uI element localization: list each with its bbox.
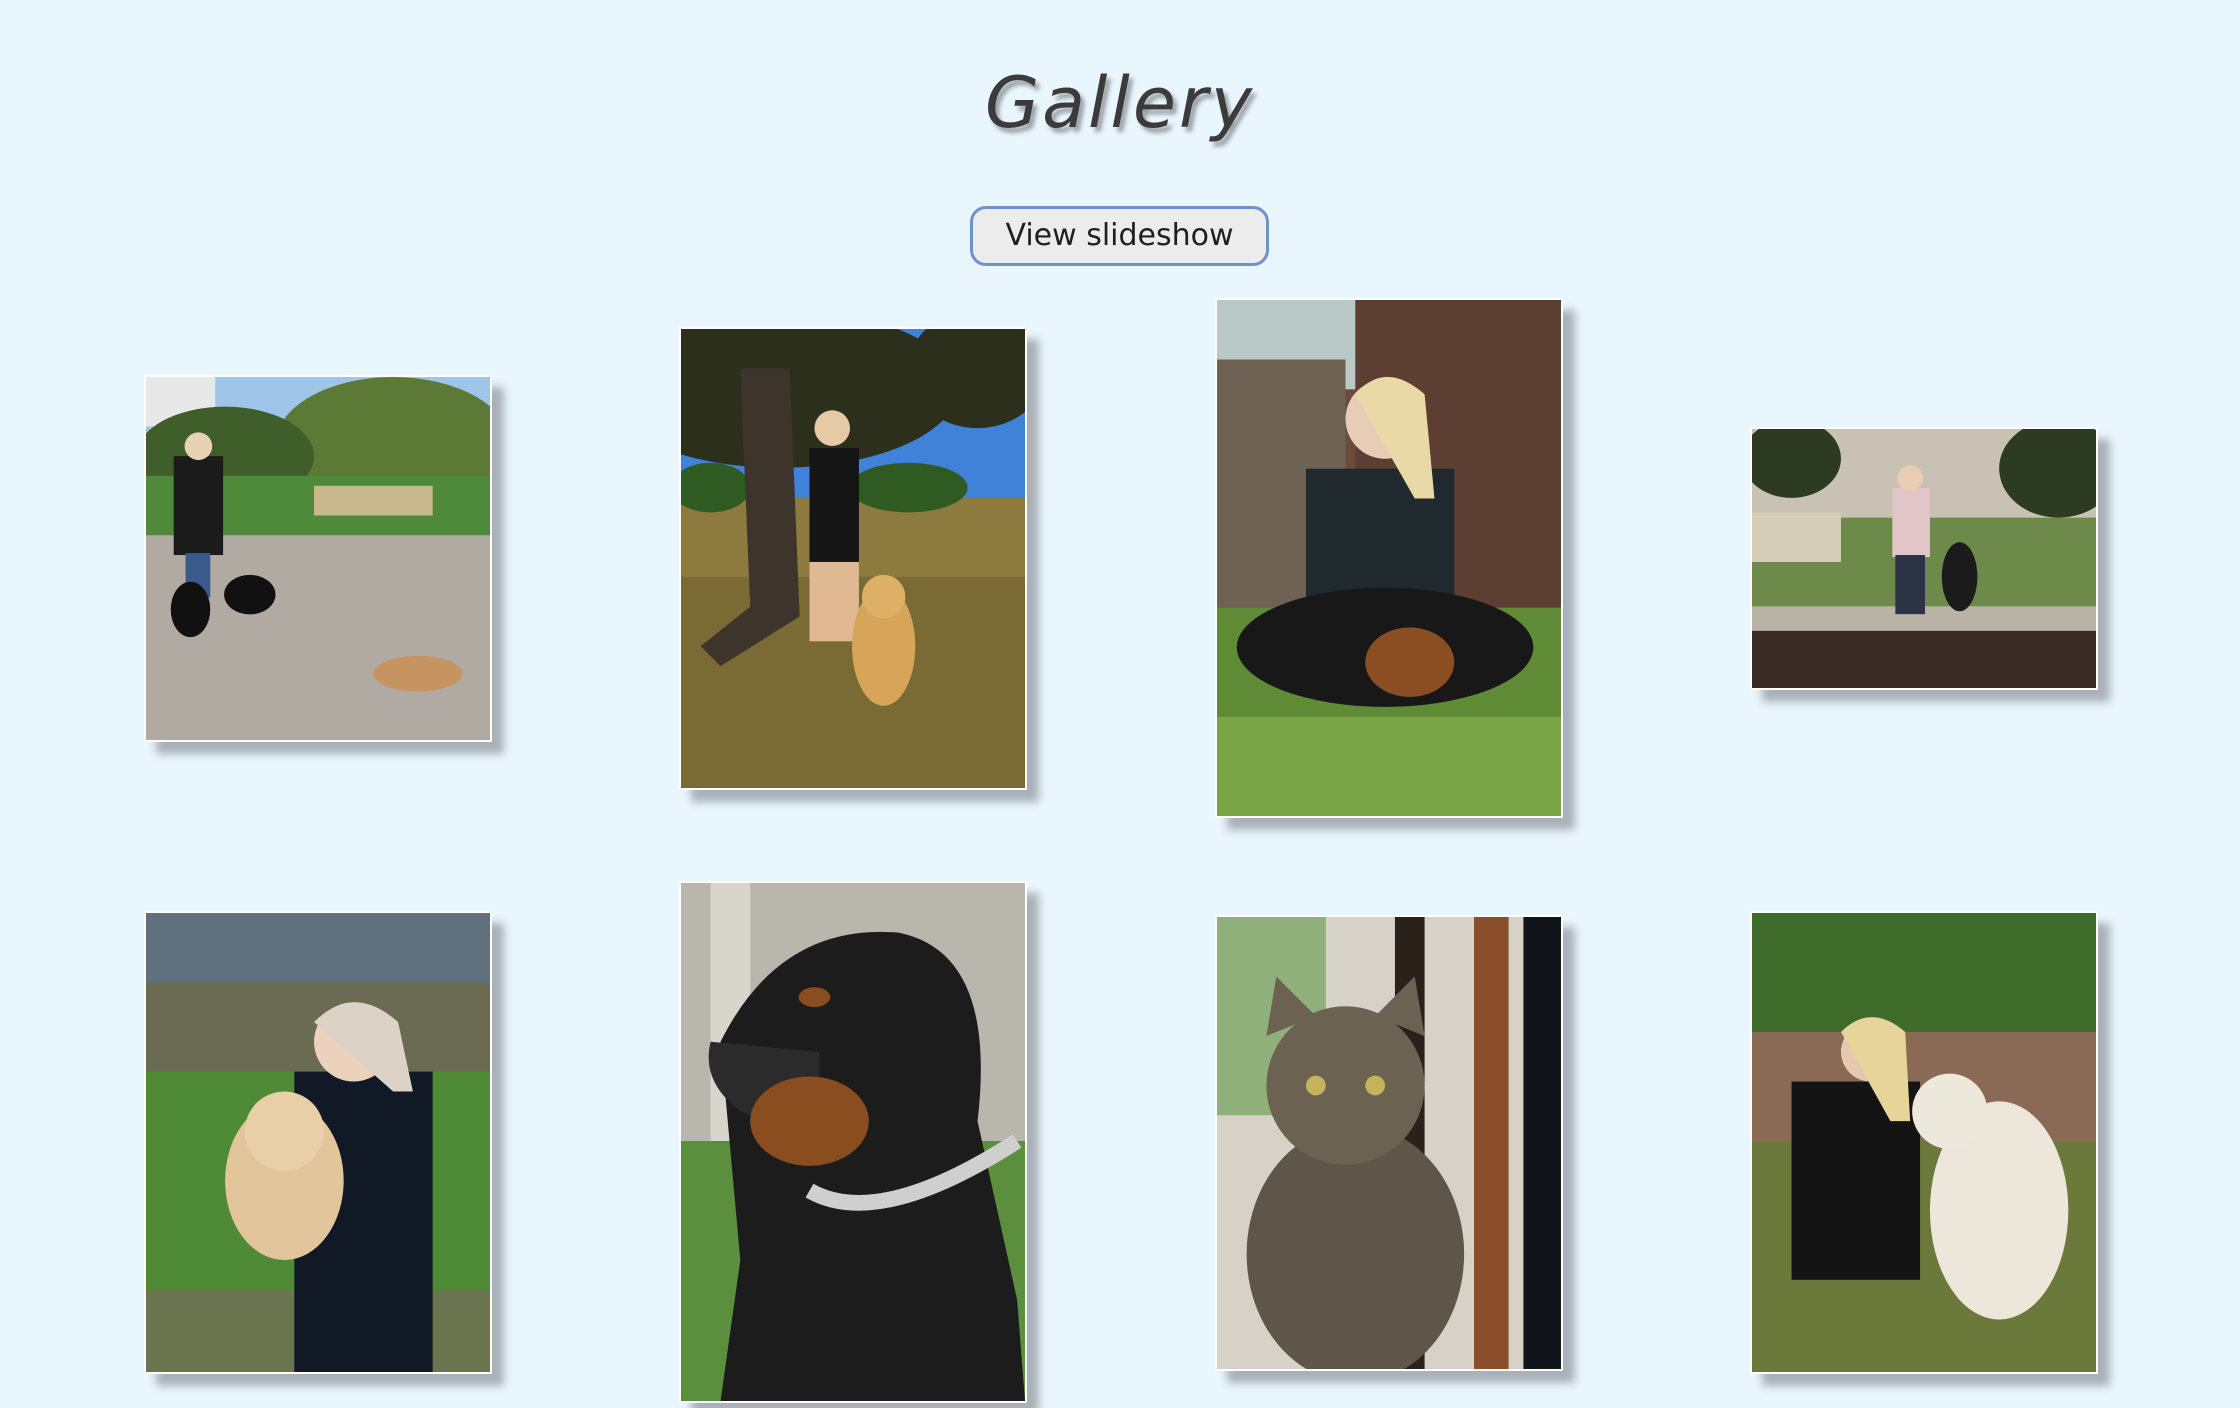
gallery-photo-6[interactable] [679, 881, 1027, 1403]
gallery-photo-1[interactable] [144, 375, 492, 742]
gallery-photo-2[interactable] [679, 327, 1027, 790]
view-slideshow-button[interactable]: View slideshow [970, 206, 1269, 266]
gallery-photo-4[interactable] [1750, 427, 2098, 690]
photo-woman-with-rottweiler-grass [1217, 300, 1561, 816]
photo-rottweiler-portrait [681, 883, 1025, 1401]
gallery-photo-5[interactable] [144, 911, 492, 1374]
gallery-photo-8[interactable] [1750, 911, 2098, 1374]
gallery-photo-7[interactable] [1215, 915, 1563, 1371]
page-title: Gallery [984, 62, 1256, 144]
photo-woman-with-golden-retriever [681, 329, 1025, 788]
photo-woman-with-white-dog [1752, 913, 2096, 1372]
photo-woman-with-rottweiler-water [1752, 429, 2096, 688]
photo-tabby-cat [1217, 917, 1561, 1369]
photo-woman-holding-puppy [146, 913, 490, 1372]
gallery-photo-3[interactable] [1215, 298, 1563, 818]
photo-woman-with-dogs-park [146, 377, 490, 740]
